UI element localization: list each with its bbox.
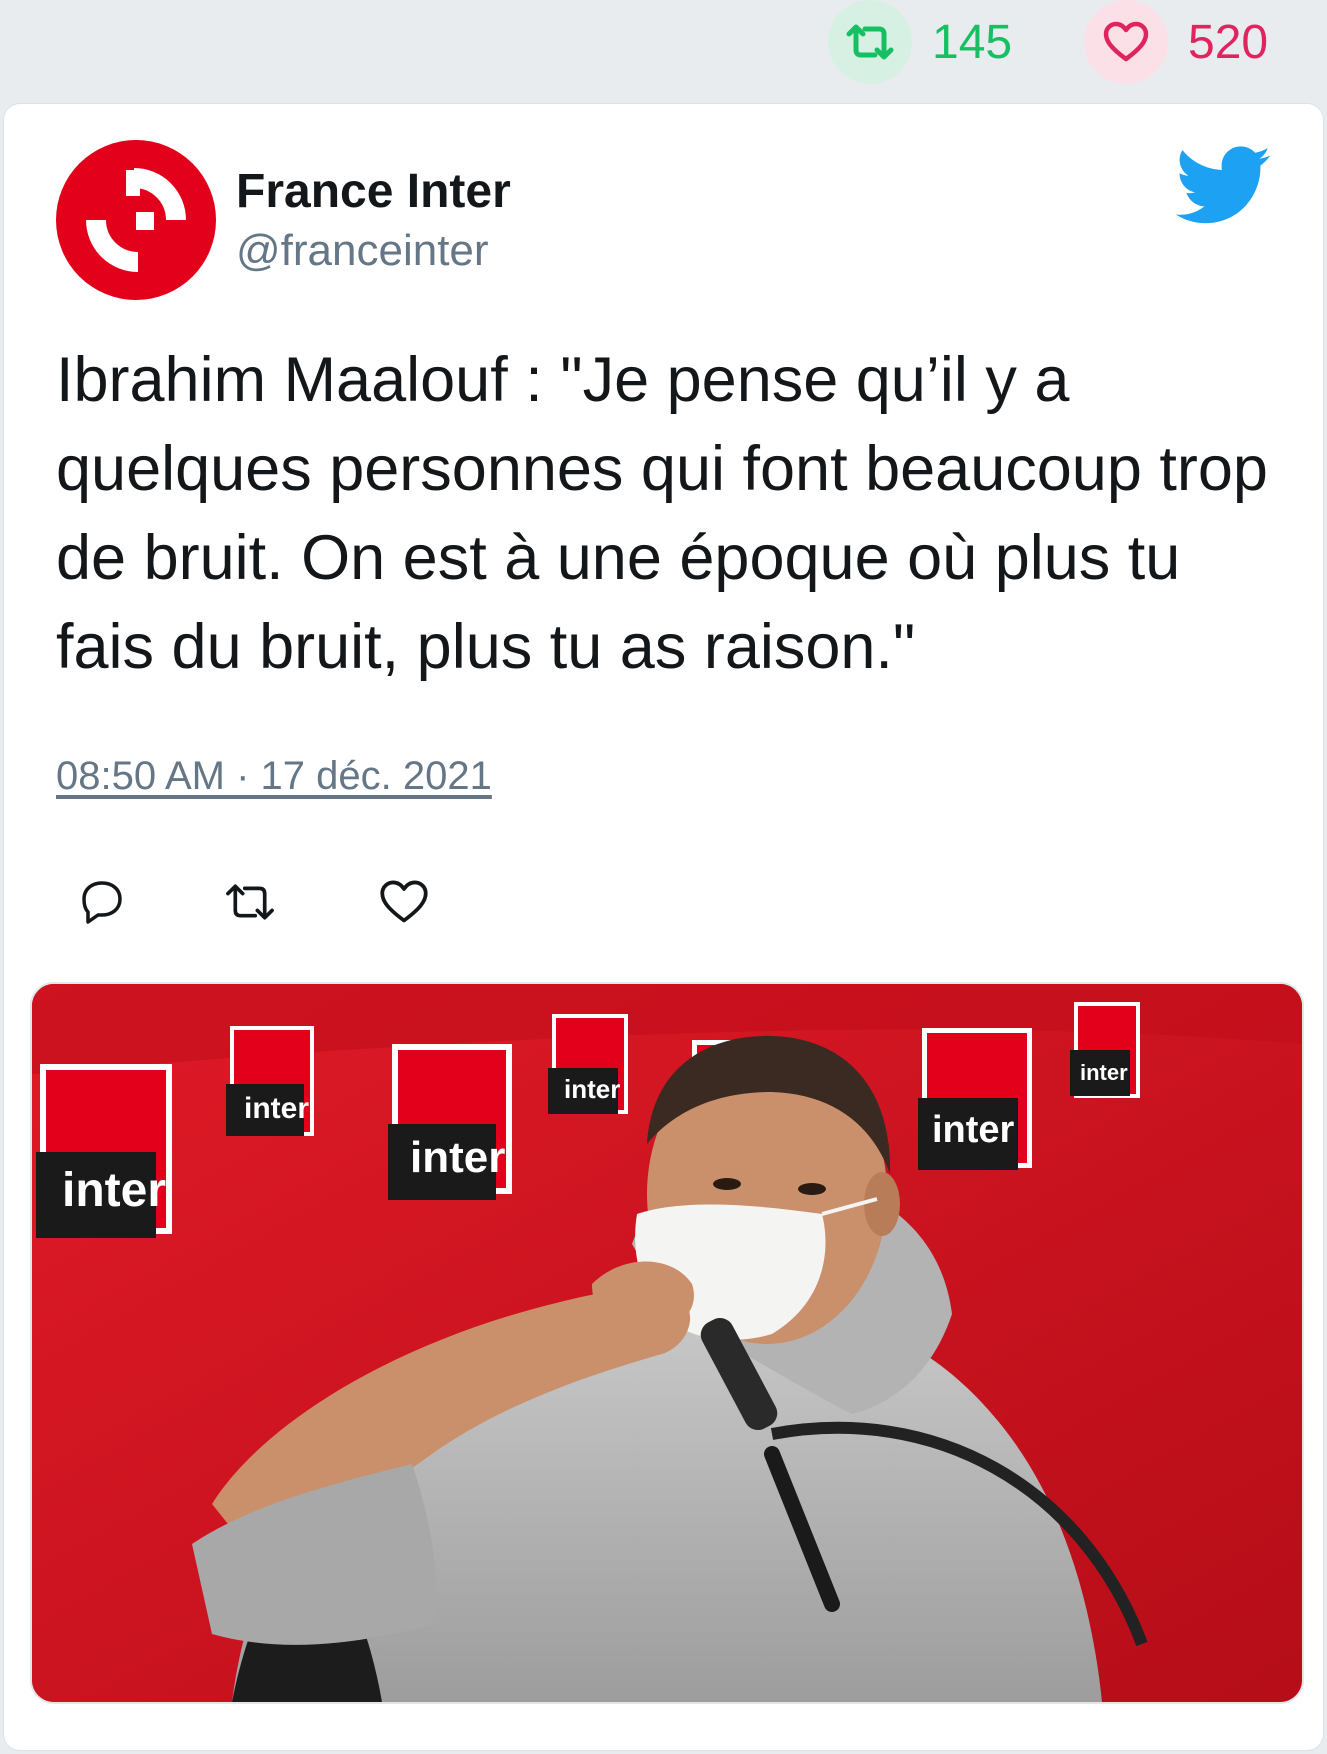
retweet-count: 145 — [932, 15, 1013, 69]
reply-icon — [82, 881, 122, 924]
france-inter-logo-icon — [86, 168, 186, 272]
engagement-stats-bar: 145 520 — [0, 0, 1327, 100]
wall-logo-text: inter — [564, 1074, 620, 1104]
retweet-stat[interactable]: 145 — [828, 0, 1012, 84]
wall-logo-text: inter — [932, 1109, 1015, 1151]
studio-photo: inter inter inter inter inter inter — [32, 984, 1302, 1702]
retweet-button[interactable] — [222, 874, 278, 930]
wall-logo-text: inter — [1080, 1060, 1128, 1085]
retweet-icon — [226, 884, 274, 920]
wall-logo-text: inter — [410, 1133, 505, 1182]
author-name[interactable]: France Inter — [236, 164, 511, 219]
tweet-text: Ibrahim Maalouf : "Je pense qu’il y a qu… — [56, 345, 1268, 682]
reply-button[interactable] — [74, 874, 130, 930]
heart-icon — [1084, 0, 1168, 84]
like-stat[interactable]: 520 — [1084, 0, 1268, 84]
wall-logo: inter — [918, 1028, 1032, 1170]
tweet-media-image[interactable]: inter inter inter inter inter inter — [30, 982, 1304, 1704]
wall-logo: inter — [548, 1014, 628, 1114]
avatar[interactable] — [56, 140, 216, 300]
heart-icon — [380, 880, 428, 923]
tweet-card[interactable]: France Inter @franceinter Ibrahim Maalou… — [4, 104, 1323, 1750]
wall-logo: inter — [36, 1064, 172, 1238]
tweet-timestamp[interactable]: 08:50 AM · 17 déc. 2021 — [56, 754, 492, 799]
author-handle[interactable]: @franceinter — [236, 226, 489, 276]
wall-logo: inter — [1070, 1002, 1140, 1098]
wall-logo: inter — [226, 1026, 314, 1136]
wall-logo: inter — [388, 1044, 512, 1200]
wall-logo-text: inter — [62, 1164, 166, 1217]
like-count: 520 — [1188, 15, 1269, 69]
like-button[interactable] — [376, 874, 432, 930]
wall-logo-text: inter — [244, 1092, 309, 1125]
retweet-icon — [828, 0, 912, 84]
twitter-bird-icon[interactable] — [1175, 146, 1272, 231]
